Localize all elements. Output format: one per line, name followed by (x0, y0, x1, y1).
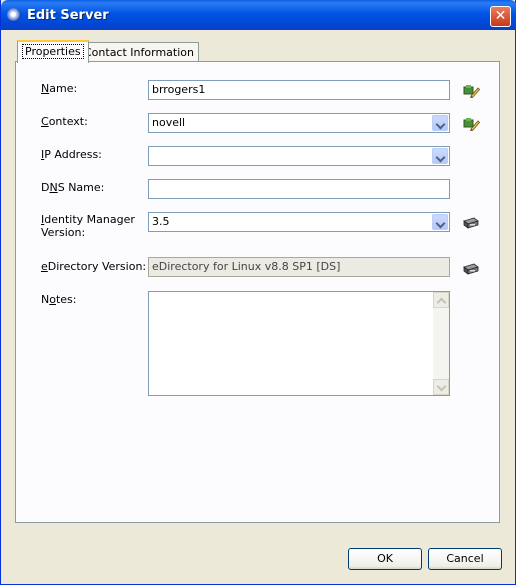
app-icon (7, 8, 21, 22)
ip-address-label: IP Address: (41, 148, 102, 161)
tab-contact-information-label: Contact Information (84, 46, 194, 59)
identity-manager-version-combobox[interactable]: 3.5 (148, 212, 450, 232)
title-bar[interactable]: Edit Server ✕ (1, 0, 516, 30)
name-field[interactable]: brrogers1 (148, 80, 450, 100)
refresh-version-icon[interactable] (462, 261, 480, 277)
browse-edit-icon[interactable] (462, 82, 480, 98)
name-label: Name: (41, 82, 78, 95)
ok-button[interactable]: OK (348, 548, 422, 570)
close-button[interactable]: ✕ (490, 6, 511, 27)
dns-name-field[interactable] (148, 179, 450, 199)
notes-scrollbar[interactable] (433, 292, 449, 395)
edit-server-dialog: Edit Server ✕ Properties Contact Informa… (0, 0, 516, 585)
browse-edit-icon[interactable] (462, 115, 480, 131)
edirectory-version-label: eDirectory Version: (41, 260, 147, 273)
scroll-down-icon[interactable] (433, 379, 449, 395)
context-label: Context: (41, 115, 88, 128)
chevron-down-icon[interactable] (432, 115, 448, 131)
scroll-up-icon[interactable] (433, 292, 449, 308)
notes-label: Notes: (41, 293, 77, 306)
context-combobox[interactable]: novell (148, 113, 450, 133)
dns-name-label: DNS Name: (41, 181, 105, 194)
identity-manager-version-label: Identity Manager Version: (41, 213, 135, 239)
window-title: Edit Server (27, 8, 109, 23)
cancel-button[interactable]: Cancel (428, 548, 502, 570)
chevron-down-icon[interactable] (432, 214, 448, 230)
chevron-down-icon[interactable] (432, 148, 448, 164)
close-icon: ✕ (494, 8, 507, 24)
ip-address-combobox[interactable] (148, 146, 450, 166)
tab-properties[interactable]: Properties (17, 40, 89, 63)
tab-properties-label: Properties (22, 44, 84, 59)
refresh-version-icon[interactable] (462, 215, 480, 231)
notes-textarea[interactable] (148, 291, 450, 396)
edirectory-version-field: eDirectory for Linux v8.8 SP1 [DS] (148, 257, 450, 277)
